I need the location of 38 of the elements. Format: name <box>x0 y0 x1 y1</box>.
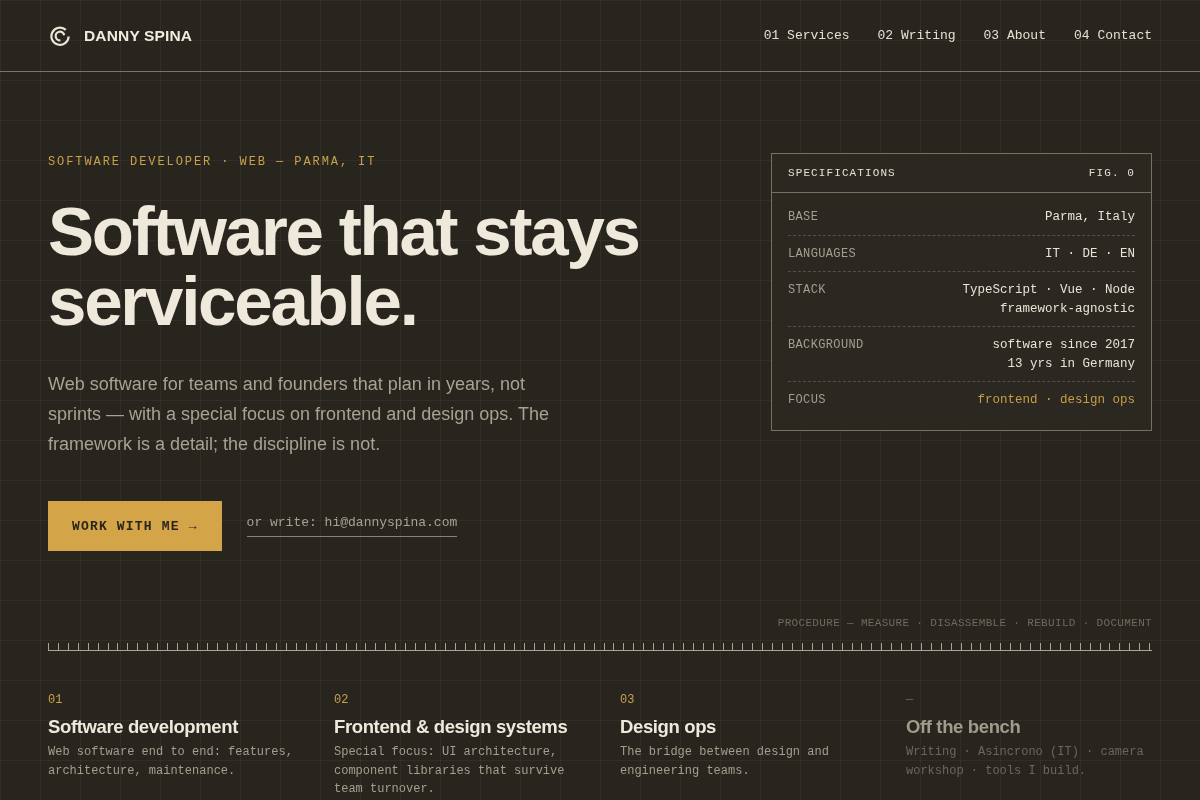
email-link[interactable]: or write: hi@dannyspina.com <box>246 515 458 537</box>
spec-label: FOCUS <box>788 392 826 409</box>
spec-value: IT · DE · EN <box>1045 245 1135 263</box>
brand-name: DANNY SPINA <box>84 26 193 45</box>
spec-label: LANGUAGES <box>788 245 857 263</box>
service-description: Web software end to end: features, architecture, maintenance. <box>48 744 294 780</box>
nav-link[interactable]: 04 Contact <box>1074 28 1152 43</box>
figure-label: FIG. 0 <box>1088 167 1135 179</box>
spec-label: BASE <box>788 209 819 226</box>
spiral-logo-icon <box>50 25 70 46</box>
procedure-caption: PROCEDURE — MEASURE · DISASSEMBLE · REBUILD · DOCUMENT <box>776 617 1152 629</box>
intro-paragraph: Web software for teams and founders that plan in years, not sprints — with a special focus on frontend and design ops. The framework is a detail; the discipline is not. <box>48 373 550 456</box>
nav-link[interactable]: 03 About <box>983 28 1046 43</box>
service-title: Frontend & design systems <box>334 716 569 738</box>
work-with-me-button[interactable]: WORK WITH ME → <box>48 501 222 551</box>
spec-value: software since 2017 <box>992 337 1135 354</box>
spec-value: TypeScript · Vue · Node <box>962 282 1135 299</box>
headline: Software that stays serviceable. <box>48 197 640 337</box>
service-number: 03 <box>620 693 636 707</box>
service-title: Design ops <box>620 716 717 738</box>
nav-link[interactable]: 02 Writing <box>877 28 956 43</box>
panel-title: SPECIFICATIONS <box>788 167 896 179</box>
spec-value: framework-agnostic <box>999 300 1135 318</box>
service-description: Special focus: UI architecture, component libraries that survive team turnover. <box>334 744 566 798</box>
spec-value: frontend · design ops <box>977 392 1135 409</box>
spec-value: Parma, Italy <box>1045 209 1135 226</box>
spec-label: BACKGROUND <box>788 337 864 354</box>
service-description: Writing · Asincrono (IT) · camera workshop · tools I build. <box>906 744 1145 780</box>
nav-link[interactable]: 01 Services <box>763 28 850 43</box>
service-number: — <box>906 693 915 707</box>
spec-label: STACK <box>788 282 826 299</box>
service-title: Off the bench <box>906 716 1022 738</box>
service-number: 02 <box>334 693 350 707</box>
service-title: Software development <box>48 716 239 738</box>
eyebrow-text: SOFTWARE DEVELOPER · WEB — PARMA, IT <box>48 155 377 169</box>
spec-value: 13 yrs in Germany <box>1007 355 1135 373</box>
service-description: The bridge between design and engineering teams. <box>620 744 830 780</box>
service-number: 01 <box>48 693 64 707</box>
